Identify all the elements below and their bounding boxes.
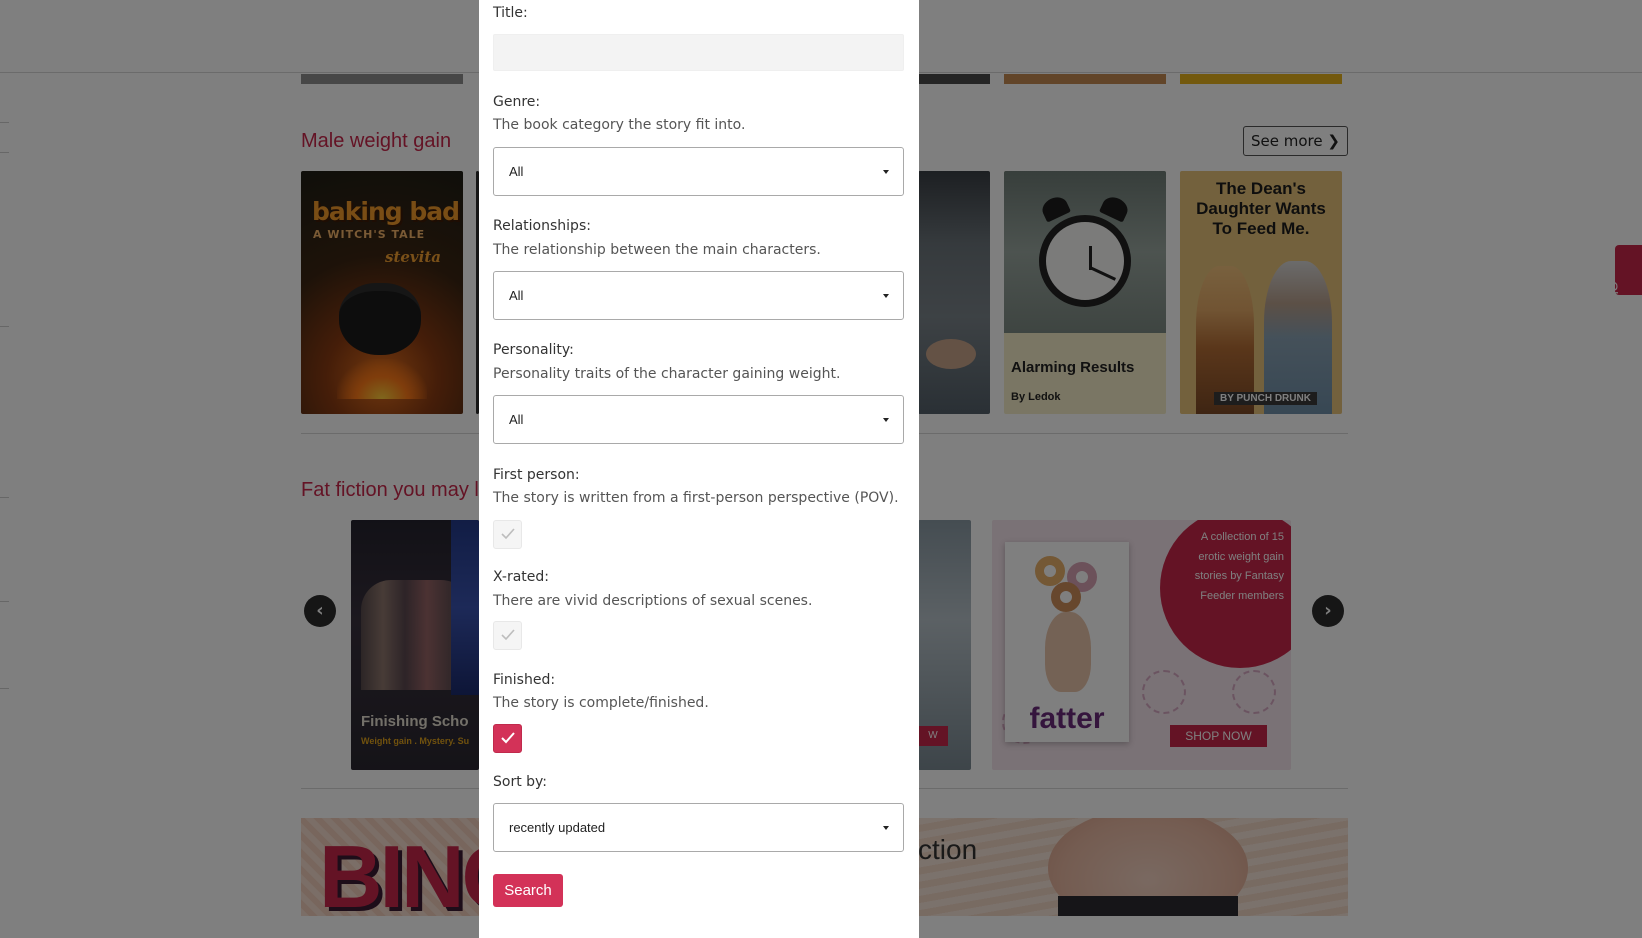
title-label: Title:: [493, 5, 528, 21]
xrated-checkbox[interactable]: [493, 621, 522, 650]
sort-by-selected-value: recently updated: [509, 820, 606, 835]
relationships-select[interactable]: All: [493, 271, 904, 320]
finished-description: The story is complete/finished.: [493, 695, 709, 711]
check-icon: [501, 528, 515, 540]
xrated-label: X-rated:: [493, 569, 549, 585]
caret-down-icon: [883, 294, 889, 298]
genre-select[interactable]: All: [493, 147, 904, 196]
title-input[interactable]: [493, 34, 904, 71]
first-person-checkbox[interactable]: [493, 520, 522, 549]
relationships-label: Relationships:: [493, 218, 591, 234]
relationships-description: The relationship between the main charac…: [493, 242, 821, 258]
finished-label: Finished:: [493, 672, 556, 688]
relationships-selected-value: All: [509, 288, 524, 303]
first-person-description: The story is written from a first-person…: [493, 490, 899, 506]
personality-select[interactable]: All: [493, 395, 904, 444]
sort-by-label: Sort by:: [493, 774, 548, 790]
personality-selected-value: All: [509, 412, 524, 427]
caret-down-icon: [883, 826, 889, 830]
genre-selected-value: All: [509, 164, 524, 179]
caret-down-icon: [883, 170, 889, 174]
personality-label: Personality:: [493, 342, 574, 358]
xrated-description: There are vivid descriptions of sexual s…: [493, 593, 813, 609]
caret-down-icon: [883, 418, 889, 422]
check-icon: [501, 629, 515, 641]
search-filter-modal: Title: Genre: The book category the stor…: [479, 0, 919, 938]
personality-description: Personality traits of the character gain…: [493, 366, 841, 382]
sort-by-select[interactable]: recently updated: [493, 803, 904, 852]
check-icon: [501, 732, 515, 744]
finished-checkbox[interactable]: [493, 724, 522, 753]
first-person-label: First person:: [493, 467, 580, 483]
genre-description: The book category the story fit into.: [493, 117, 746, 133]
genre-label: Genre:: [493, 94, 541, 110]
search-button[interactable]: Search: [493, 874, 563, 907]
